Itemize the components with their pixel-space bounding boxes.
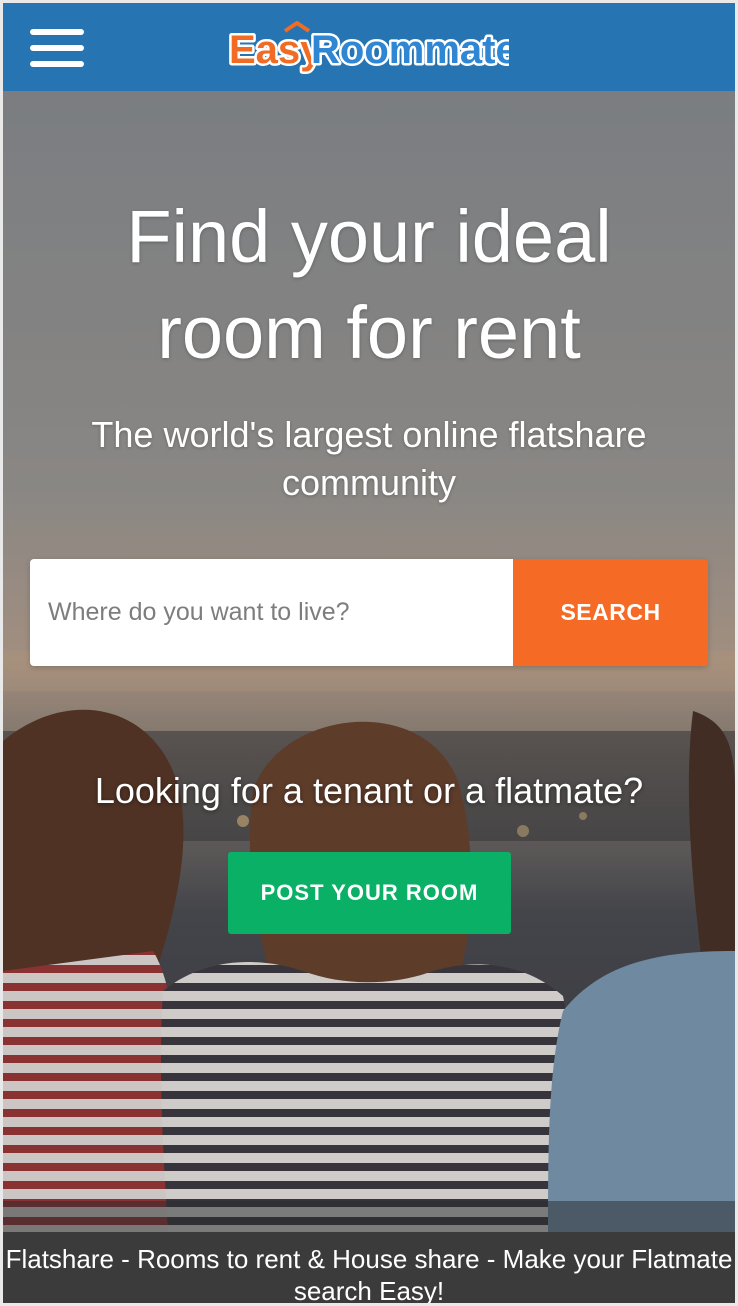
menu-line — [30, 61, 84, 67]
hero-headline: Find your ideal room for rent — [126, 195, 612, 374]
top-navigation-bar: Easy Roommate — [3, 3, 735, 91]
easyroommate-logo[interactable]: Easy Roommate — [227, 21, 509, 77]
location-search-input[interactable] — [30, 559, 513, 666]
logo-easy-text: Easy — [229, 28, 323, 72]
tenant-cta-question: Looking for a tenant or a flatmate? — [94, 770, 644, 811]
location-search-bar: SEARCH — [30, 559, 708, 666]
menu-line — [30, 45, 84, 51]
hero-subheadline: The world's largest online flatshare com… — [91, 414, 647, 503]
logo-roommate-text: Roommate — [311, 28, 509, 72]
app-frame: Easy Roommate Find your ideal room for r… — [3, 3, 735, 1303]
hamburger-menu-icon[interactable] — [30, 27, 84, 69]
logo-wordmark: Easy Roommate — [227, 21, 509, 75]
hero-section: Find your ideal room for rent The world'… — [3, 91, 735, 1232]
search-button[interactable]: SEARCH — [513, 559, 708, 666]
post-your-room-button[interactable]: POST YOUR ROOM — [228, 852, 511, 934]
menu-line — [30, 29, 84, 35]
page-description-bar: Flatshare - Rooms to rent & House share … — [3, 1232, 735, 1303]
